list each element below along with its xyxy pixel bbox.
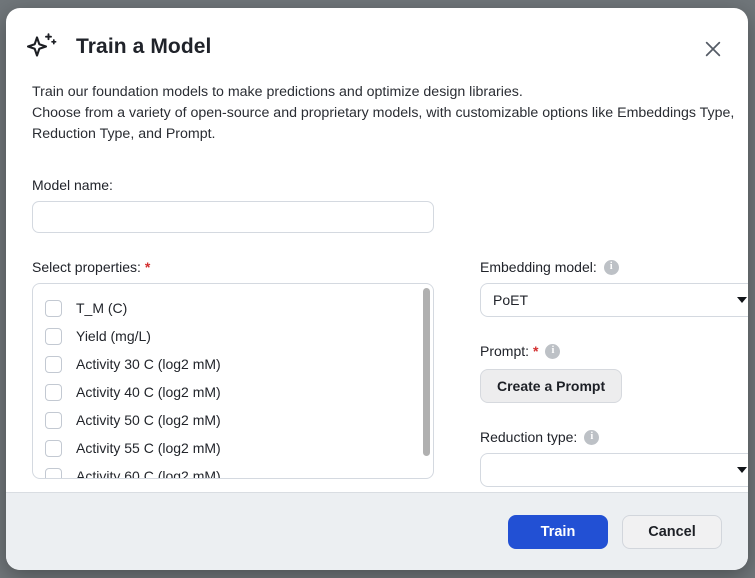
model-name-field-group: Model name:: [32, 177, 722, 233]
info-icon[interactable]: i: [545, 343, 561, 359]
checkbox-icon[interactable]: [45, 299, 62, 317]
embedding-model-label: Embedding model: i: [480, 259, 748, 275]
select-properties-label: Select properties: *: [32, 259, 434, 275]
model-name-input[interactable]: [32, 201, 434, 233]
train-a-model-dialog: Train a Model Train our foundation model…: [6, 8, 748, 570]
list-item-label: Activity 50 C (log2 mM): [76, 412, 221, 428]
list-item[interactable]: Activity 40 C (log2 mM): [33, 378, 433, 406]
embedding-model-select[interactable]: PoET: [480, 283, 748, 317]
properties-listbox[interactable]: T_M (C) Yield (mg/L) Activity 30 C (log2…: [32, 283, 434, 479]
list-item[interactable]: Yield (mg/L): [33, 322, 433, 350]
description-line: Reduction Type, and Prompt.: [32, 126, 216, 142]
checkbox-icon[interactable]: [45, 355, 62, 373]
info-icon[interactable]: i: [603, 259, 619, 275]
list-item[interactable]: Activity 30 C (log2 mM): [33, 350, 433, 378]
properties-scrollbar[interactable]: [423, 288, 430, 476]
chevron-down-icon: [737, 297, 747, 303]
list-item-label: T_M (C): [76, 300, 128, 316]
list-item[interactable]: Activity 60 C (log2 mM): [33, 462, 433, 478]
model-name-label: Model name:: [32, 177, 113, 193]
dialog-description: Train our foundation models to make pred…: [32, 82, 735, 145]
properties-column: Select properties: * T_M (C) Yield (mg/L…: [32, 259, 434, 487]
list-item[interactable]: Activity 50 C (log2 mM): [33, 406, 433, 434]
list-item-label: Activity 40 C (log2 mM): [76, 384, 221, 400]
select-properties-label-text: Select properties:: [32, 259, 141, 275]
embedding-model-label-text: Embedding model:: [480, 259, 597, 275]
required-asterisk: *: [144, 259, 151, 275]
info-icon[interactable]: i: [584, 429, 600, 445]
embedding-model-value: PoET: [493, 292, 529, 308]
checkbox-icon[interactable]: [45, 439, 62, 457]
sparkle-icon: [26, 30, 60, 64]
form-columns: Select properties: * T_M (C) Yield (mg/L…: [32, 259, 748, 487]
reduction-type-label: Reduction type: i: [480, 429, 748, 445]
required-asterisk: *: [533, 343, 539, 359]
dialog-header: Train a Model: [6, 8, 748, 64]
page-title: Train a Model: [76, 35, 212, 58]
prompt-label: Prompt: * i: [480, 343, 748, 359]
list-item-label: Activity 55 C (log2 mM): [76, 440, 221, 456]
reduction-type-select[interactable]: [480, 453, 748, 487]
checkbox-icon[interactable]: [45, 327, 62, 345]
properties-scroll-area: T_M (C) Yield (mg/L) Activity 30 C (log2…: [33, 284, 433, 478]
list-item[interactable]: T_M (C): [33, 294, 433, 322]
dialog-body: Train our foundation models to make pred…: [6, 64, 748, 492]
cancel-button[interactable]: Cancel: [622, 514, 722, 549]
reduction-type-label-text: Reduction type:: [480, 429, 578, 445]
checkbox-icon[interactable]: [45, 467, 62, 478]
train-button[interactable]: Train: [508, 514, 608, 549]
list-item-label: Activity 30 C (log2 mM): [76, 356, 221, 372]
list-item[interactable]: Activity 55 C (log2 mM): [33, 434, 433, 462]
dialog-footer: Train Cancel: [6, 492, 748, 570]
checkbox-icon[interactable]: [45, 411, 62, 429]
list-item-label: Activity 60 C (log2 mM): [76, 468, 221, 478]
prompt-label-text: Prompt:: [480, 343, 530, 359]
chevron-down-icon: [737, 467, 747, 473]
model-options-column: Embedding model: i PoET Prompt: * i Crea…: [480, 259, 748, 487]
description-line: Choose from a variety of open-source and…: [32, 105, 735, 121]
scrollbar-thumb[interactable]: [423, 288, 430, 456]
close-icon[interactable]: [700, 36, 726, 62]
description-line: Train our foundation models to make pred…: [32, 84, 523, 100]
create-a-prompt-button[interactable]: Create a Prompt: [480, 369, 623, 403]
list-item-label: Yield (mg/L): [76, 328, 151, 344]
checkbox-icon[interactable]: [45, 383, 62, 401]
